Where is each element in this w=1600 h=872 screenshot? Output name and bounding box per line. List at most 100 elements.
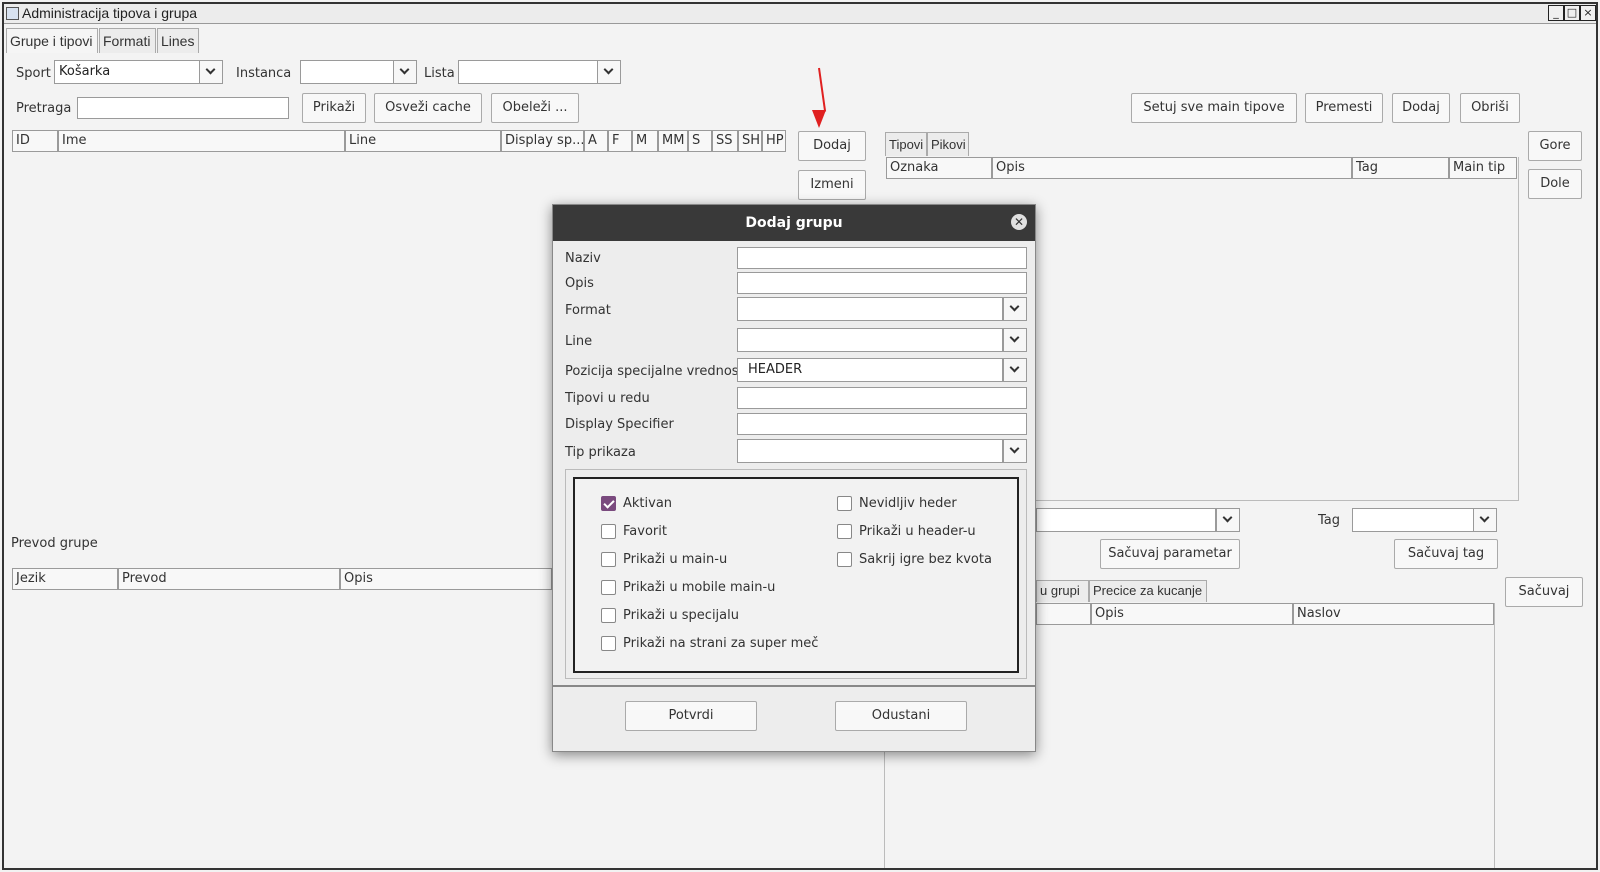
prikazi-main-checkbox[interactable] [601, 552, 616, 567]
minimize-button[interactable]: _ [1548, 5, 1564, 21]
obelezi-button[interactable]: Obeleži ... [491, 93, 579, 123]
naziv-input[interactable] [737, 247, 1027, 269]
col-main-tip[interactable]: Main tip [1449, 157, 1517, 179]
col-mm[interactable]: MM [658, 130, 688, 152]
col-blank[interactable] [1036, 603, 1091, 625]
tab-u-grupi[interactable]: u grupi [1036, 580, 1089, 602]
odustani-button[interactable]: Odustani [835, 701, 967, 731]
aktivan-checkbox[interactable] [601, 496, 616, 511]
tip-prikaza-dropdown-button[interactable] [1003, 439, 1027, 463]
pozicija-dropdown-button[interactable] [1003, 358, 1027, 382]
nevidljiv-heder-checkbox[interactable] [837, 496, 852, 511]
dodaj-group-button[interactable]: Dodaj [798, 131, 866, 161]
prikazi-mobile-main-checkbox[interactable] [601, 580, 616, 595]
sport-combo[interactable]: Košarka [54, 60, 200, 84]
col-ime[interactable]: Ime [58, 130, 345, 152]
osvezi-cache-button[interactable]: Osveži cache [374, 93, 482, 123]
sport-dropdown-button[interactable] [199, 60, 223, 84]
col-f[interactable]: F [608, 130, 632, 152]
dodaj-grupu-dialog: Dodaj grupu ✕ Naziv Opis Format Line Poz… [552, 204, 1036, 752]
col-s[interactable]: S [688, 130, 712, 152]
col-opis-lower[interactable]: Opis [1091, 603, 1293, 625]
col-opis-translation[interactable]: Opis [340, 568, 552, 590]
chevron-down-icon [399, 64, 410, 75]
dole-button[interactable]: Dole [1528, 169, 1582, 199]
tipovi-input[interactable] [737, 387, 1027, 409]
col-line[interactable]: Line [345, 130, 501, 152]
col-id[interactable]: ID [12, 130, 58, 152]
pozicija-combo[interactable]: HEADER [737, 358, 1003, 382]
sakrij-igre-checkbox[interactable] [837, 552, 852, 567]
col-oznaka[interactable]: Oznaka [886, 157, 992, 179]
favorit-checkbox[interactable] [601, 524, 616, 539]
tag-dropdown-button[interactable] [1473, 508, 1497, 532]
close-window-button[interactable]: × [1580, 5, 1596, 21]
setuj-main-tipove-button[interactable]: Setuj sve main tipove [1131, 93, 1297, 123]
tag-label: Tag [1318, 513, 1341, 528]
tab-precice-za-kucanje[interactable]: Precice za kucanje [1089, 580, 1207, 602]
parameter-dropdown-button[interactable] [1216, 508, 1240, 532]
prikazi-header-checkbox[interactable] [837, 524, 852, 539]
chevron-down-icon [1009, 301, 1020, 312]
col-opis[interactable]: Opis [992, 157, 1352, 179]
tab-pikovi[interactable]: Pikovi [927, 132, 969, 156]
sacuvaj-button[interactable]: Sačuvaj [1505, 577, 1583, 607]
format-dropdown-button[interactable] [1003, 297, 1027, 321]
display-specifier-input[interactable] [737, 413, 1027, 435]
dodaj-type-button[interactable]: Dodaj [1392, 93, 1450, 123]
dialog-separator [553, 685, 1035, 687]
tag-combo[interactable] [1352, 508, 1474, 532]
prikazi-super-mec-checkbox[interactable] [601, 636, 616, 651]
instanca-label: Instanca [236, 66, 292, 81]
tab-lines[interactable]: Lines [157, 28, 199, 53]
prikazi-super-mec-label: Prikaži na strani za super meč [623, 636, 819, 651]
prikazi-main-label: Prikaži u main-u [623, 552, 728, 567]
tab-formati[interactable]: Formati [99, 28, 156, 53]
pozicija-label: Pozicija specijalne vrednosti [565, 364, 748, 379]
col-jezik[interactable]: Jezik [12, 568, 118, 590]
chevron-down-icon [1009, 332, 1020, 343]
tip-prikaza-combo[interactable] [737, 439, 1003, 463]
tab-grupe-i-tipovi[interactable]: Grupe i tipovi [6, 28, 98, 53]
prikazi-header-label: Prikaži u header-u [859, 524, 976, 539]
sakrij-igre-label: Sakrij igre bez kvota [859, 552, 992, 567]
premesti-button[interactable]: Premesti [1305, 93, 1383, 123]
gore-button[interactable]: Gore [1528, 131, 1582, 161]
lista-label: Lista [424, 66, 455, 81]
maximize-button[interactable]: □ [1564, 5, 1580, 21]
line-combo[interactable] [737, 328, 1003, 352]
instanca-combo[interactable] [300, 60, 394, 84]
line-dropdown-button[interactable] [1003, 328, 1027, 352]
obrisi-button[interactable]: Obriši [1460, 93, 1520, 123]
col-tag[interactable]: Tag [1352, 157, 1449, 179]
line-label: Line [565, 334, 593, 349]
tipovi-label: Tipovi u redu [565, 391, 650, 406]
col-sh[interactable]: SH [738, 130, 762, 152]
col-hp[interactable]: HP [762, 130, 786, 152]
col-a[interactable]: A [584, 130, 608, 152]
col-display-sp[interactable]: Display sp... [501, 130, 584, 152]
parameter-combo[interactable] [1036, 508, 1216, 532]
izmeni-group-button[interactable]: Izmeni [798, 170, 866, 200]
lista-dropdown-button[interactable] [597, 60, 621, 84]
potvrdi-button[interactable]: Potvrdi [625, 701, 757, 731]
tab-tipovi[interactable]: Tipovi [885, 132, 927, 156]
search-input[interactable] [77, 97, 289, 119]
chevron-down-icon [205, 64, 216, 75]
col-ss[interactable]: SS [712, 130, 738, 152]
format-label: Format [565, 303, 611, 318]
prikazi-button[interactable]: Prikaži [302, 93, 366, 123]
col-prevod[interactable]: Prevod [118, 568, 340, 590]
opis-input[interactable] [737, 272, 1027, 294]
dialog-title: Dodaj grupu [553, 205, 1035, 241]
lista-combo[interactable] [458, 60, 598, 84]
col-m[interactable]: M [632, 130, 658, 152]
sacuvaj-tag-button[interactable]: Sačuvaj tag [1394, 539, 1498, 569]
favorit-label: Favorit [623, 524, 667, 539]
close-icon[interactable]: ✕ [1011, 214, 1027, 230]
format-combo[interactable] [737, 297, 1003, 321]
sacuvaj-parametar-button[interactable]: Sačuvaj parametar [1100, 539, 1240, 569]
col-naslov[interactable]: Naslov [1293, 603, 1494, 625]
prikazi-specijal-checkbox[interactable] [601, 608, 616, 623]
instanca-dropdown-button[interactable] [393, 60, 417, 84]
